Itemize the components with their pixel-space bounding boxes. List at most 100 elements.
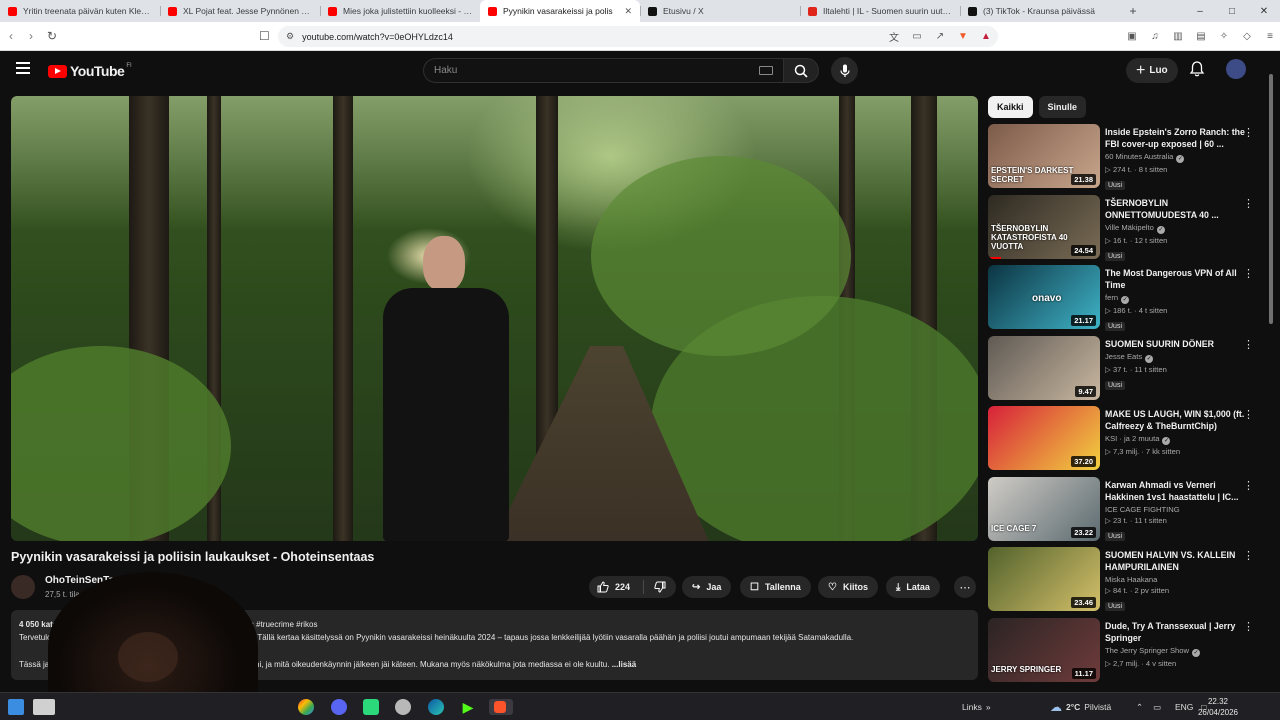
recommended-title[interactable]: MAKE US LAUGH, WIN $1,000 (ft. Calfreezy… bbox=[1105, 408, 1245, 432]
keyboard-icon[interactable] bbox=[759, 66, 773, 75]
like-button[interactable]: 224 bbox=[589, 580, 644, 594]
brave-rewards-icon[interactable]: ▲ bbox=[978, 28, 994, 44]
search-taskbar-icon[interactable] bbox=[33, 699, 55, 715]
video-thumbnail[interactable]: ICE CAGE 7 23.22 bbox=[988, 476, 1100, 541]
browser-tab[interactable]: Iltalehti | IL - Suomen suurin uutispa bbox=[800, 0, 960, 22]
browser-tab[interactable]: Mies joka julistettiin kuolleeksi - mm bbox=[320, 0, 480, 22]
more-options-icon[interactable]: ⋮ bbox=[1243, 267, 1254, 280]
brave-shields-icon[interactable]: ▼ bbox=[955, 28, 971, 44]
recommended-channel[interactable]: Ville Mäkipelto ✓ bbox=[1105, 223, 1245, 234]
search-button[interactable] bbox=[783, 58, 819, 83]
recommended-title[interactable]: The Most Dangerous VPN of All Time bbox=[1105, 267, 1245, 291]
recommended-title[interactable]: Dude, Try A Transsexual | Jerry Springer bbox=[1105, 620, 1245, 644]
recommended-video[interactable]: EPSTEIN'S DARKEST SECRET 21.38 Inside Epst… bbox=[988, 124, 1260, 195]
minimize-icon[interactable]: – bbox=[1184, 0, 1216, 22]
recommended-title[interactable]: Karwan Ahmadi vs Verneri Hakkinen 1vs1 h… bbox=[1105, 479, 1245, 503]
voice-search-button[interactable] bbox=[831, 57, 858, 84]
app-icon[interactable] bbox=[395, 699, 411, 715]
video-thumbnail[interactable]: 23.46 bbox=[988, 547, 1100, 611]
more-options-icon[interactable]: ⋮ bbox=[1243, 620, 1254, 633]
search-input[interactable] bbox=[434, 65, 754, 76]
youtube-logo[interactable]: YouTube FI bbox=[48, 63, 132, 79]
menu-icon[interactable]: ≡ bbox=[1262, 28, 1278, 44]
wallet-icon[interactable]: ▤ bbox=[1193, 28, 1209, 44]
save-button[interactable]: ☐ Tallenna bbox=[740, 576, 811, 598]
forward-icon[interactable]: › bbox=[29, 29, 33, 43]
video-thumbnail[interactable]: TŠERNOBYLIN KATASTROFISTA 40 VUOTTA 24.54 bbox=[988, 194, 1100, 259]
translate-icon[interactable]: 文 bbox=[886, 28, 902, 44]
thanks-button[interactable]: ♡ Kiitos bbox=[818, 576, 878, 598]
recommended-channel[interactable]: ICE CAGE FIGHTING bbox=[1105, 505, 1245, 514]
tray-overflow-icon[interactable]: ⌃ bbox=[1136, 702, 1143, 713]
sidebar-toggle-icon[interactable]: ▣ bbox=[1124, 28, 1140, 44]
filter-chip[interactable]: Kaikki bbox=[988, 96, 1033, 118]
recommended-channel[interactable]: The Jerry Springer Show ✓ bbox=[1105, 646, 1245, 657]
close-window-icon[interactable]: ✕ bbox=[1248, 0, 1280, 22]
recommended-channel[interactable]: KSI · ja 2 muuta ✓ bbox=[1105, 434, 1245, 445]
filter-chip[interactable]: Sinulle bbox=[1038, 96, 1087, 118]
channel-avatar[interactable] bbox=[11, 575, 35, 599]
recommended-video[interactable]: 23.46 SUOMEN HALVIN VS. KALLEIN HAMPURILA… bbox=[988, 547, 1260, 618]
reload-icon[interactable]: ↻ bbox=[47, 29, 57, 43]
weather-temperature[interactable]: 2°C bbox=[1066, 702, 1080, 712]
more-options-icon[interactable]: ⋮ bbox=[1243, 197, 1254, 210]
vpn-icon[interactable]: ◇ bbox=[1239, 28, 1255, 44]
site-info-icon[interactable]: ⚙ bbox=[286, 31, 294, 42]
media-icon[interactable]: ♫ bbox=[1147, 28, 1163, 44]
video-thumbnail[interactable]: 37.20 bbox=[988, 406, 1100, 470]
more-options-icon[interactable]: ⋮ bbox=[1243, 338, 1254, 351]
video-thumbnail[interactable]: 9.47 bbox=[988, 335, 1100, 400]
tab-close-icon[interactable]: ✕ bbox=[624, 6, 632, 17]
more-options-icon[interactable]: ⋮ bbox=[1243, 408, 1254, 421]
leo-ai-icon[interactable]: ✧ bbox=[1216, 28, 1232, 44]
taskbar-clock[interactable]: 22.32 26/04/2026 bbox=[1198, 696, 1238, 718]
network-icon[interactable]: ▭ bbox=[1153, 702, 1161, 713]
recommended-video[interactable]: JERRY SPRINGER 11.17 Dude, Try A Transsexu… bbox=[988, 617, 1260, 689]
browser-tab[interactable]: Pyynikin vasarakeissi ja polis ✕ bbox=[480, 0, 640, 22]
recommended-channel[interactable]: 60 Minutes Australia ✓ bbox=[1105, 152, 1245, 163]
links-toolbar[interactable]: Links bbox=[962, 702, 982, 712]
recommended-channel[interactable]: Jesse Eats ✓ bbox=[1105, 352, 1245, 363]
recommended-title[interactable]: SUOMEN SUURIN DÖNER bbox=[1105, 338, 1245, 350]
scrollbar[interactable] bbox=[1267, 60, 1275, 688]
recommended-video[interactable]: ICE CAGE 7 23.22 Karwan Ahmadi vs Verneri … bbox=[988, 476, 1260, 548]
maximize-icon[interactable]: □ bbox=[1216, 0, 1248, 22]
recommended-title[interactable]: Inside Epstein's Zorro Ranch: the FBI co… bbox=[1105, 126, 1245, 150]
share-icon[interactable]: ↗ bbox=[932, 28, 948, 44]
video-thumbnail[interactable]: JERRY SPRINGER 11.17 bbox=[988, 617, 1100, 682]
video-thumbnail[interactable]: EPSTEIN'S DARKEST SECRET 21.38 bbox=[988, 124, 1100, 188]
weather-text[interactable]: Pilvistä bbox=[1084, 702, 1111, 712]
recommended-video[interactable]: TŠERNOBYLIN KATASTROFISTA 40 VUOTTA 24.54… bbox=[988, 194, 1260, 266]
dislike-button[interactable] bbox=[644, 581, 676, 593]
more-options-icon[interactable]: ⋮ bbox=[1243, 479, 1254, 492]
show-more-link[interactable]: ...lisää bbox=[612, 660, 636, 669]
recommended-video[interactable]: 9.47 SUOMEN SUURIN DÖNER Jesse Eats ✓ ▷ 37 t… bbox=[988, 335, 1260, 407]
recommended-video[interactable]: 37.20 MAKE US LAUGH, WIN $1,000 (ft. Calf… bbox=[988, 406, 1260, 477]
account-avatar[interactable] bbox=[1226, 59, 1246, 79]
download-button[interactable]: ⤓ Lataa bbox=[886, 576, 940, 598]
hamburger-menu-icon[interactable] bbox=[16, 62, 30, 77]
more-actions-button[interactable]: ⋯ bbox=[954, 576, 976, 598]
bookmark-icon[interactable]: ☐ bbox=[259, 29, 270, 43]
create-button[interactable]: + Luo bbox=[1126, 58, 1178, 83]
back-icon[interactable]: ‹ bbox=[9, 29, 13, 43]
browser-tab[interactable]: (3) TikTok - Kraunsa päivässä bbox=[960, 0, 1120, 22]
browser-tab[interactable]: Etusivu / X bbox=[640, 0, 800, 22]
new-tab-button[interactable]: + bbox=[1120, 4, 1146, 18]
split-view-icon[interactable]: ▥ bbox=[1170, 28, 1186, 44]
brave-taskbar-icon[interactable] bbox=[489, 699, 513, 715]
recommended-channel[interactable]: Miska Haakana bbox=[1105, 575, 1245, 584]
notifications-bell-icon[interactable] bbox=[1188, 60, 1206, 78]
start-icon[interactable] bbox=[8, 699, 24, 715]
cast-icon[interactable]: ▭ bbox=[909, 28, 925, 44]
browser-tab[interactable]: XL Pojat feat. Jesse Pynnönen - YouT bbox=[160, 0, 320, 22]
recommended-title[interactable]: TŠERNOBYLIN ONNETTOMUUDESTA 40 ... bbox=[1105, 197, 1245, 221]
recommended-title[interactable]: SUOMEN HALVIN VS. KALLEIN HAMPURILAINEN bbox=[1105, 549, 1245, 573]
video-player[interactable] bbox=[11, 96, 978, 541]
kick-icon[interactable]: ▶ bbox=[460, 699, 476, 715]
video-thumbnail[interactable]: onavo 21.17 bbox=[988, 265, 1100, 329]
discord-icon[interactable] bbox=[331, 699, 347, 715]
input-language[interactable]: ENG bbox=[1175, 702, 1193, 712]
share-button[interactable]: ↪ Jaa bbox=[682, 576, 732, 598]
recommended-video[interactable]: onavo 21.17 The Most Dangerous VPN of All … bbox=[988, 265, 1260, 336]
